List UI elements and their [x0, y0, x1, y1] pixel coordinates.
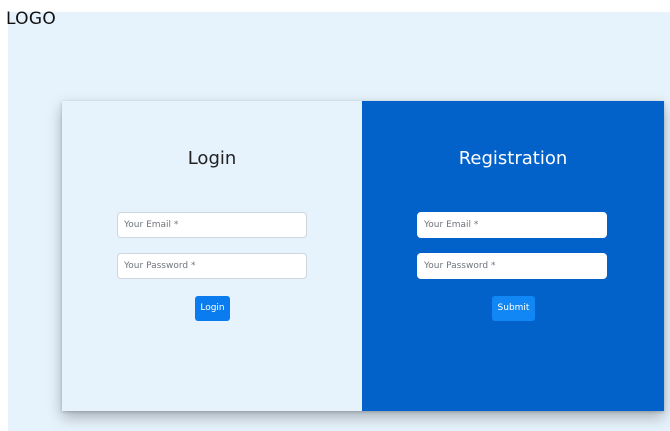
registration-panel: Registration Submit [362, 101, 664, 411]
submit-button[interactable]: Submit [492, 296, 535, 321]
page: LOGO Login Login Registration Submit [0, 0, 670, 431]
login-button[interactable]: Login [195, 296, 230, 321]
registration-email-input[interactable] [417, 212, 607, 238]
login-email-input[interactable] [117, 212, 307, 238]
registration-title: Registration [458, 148, 568, 169]
login-panel: Login Login [62, 101, 362, 411]
registration-password-input[interactable] [417, 253, 607, 279]
login-password-input[interactable] [117, 253, 307, 279]
login-title: Login [187, 148, 237, 169]
logo: LOGO [6, 9, 57, 29]
auth-card: Login Login Registration Submit [62, 101, 664, 411]
